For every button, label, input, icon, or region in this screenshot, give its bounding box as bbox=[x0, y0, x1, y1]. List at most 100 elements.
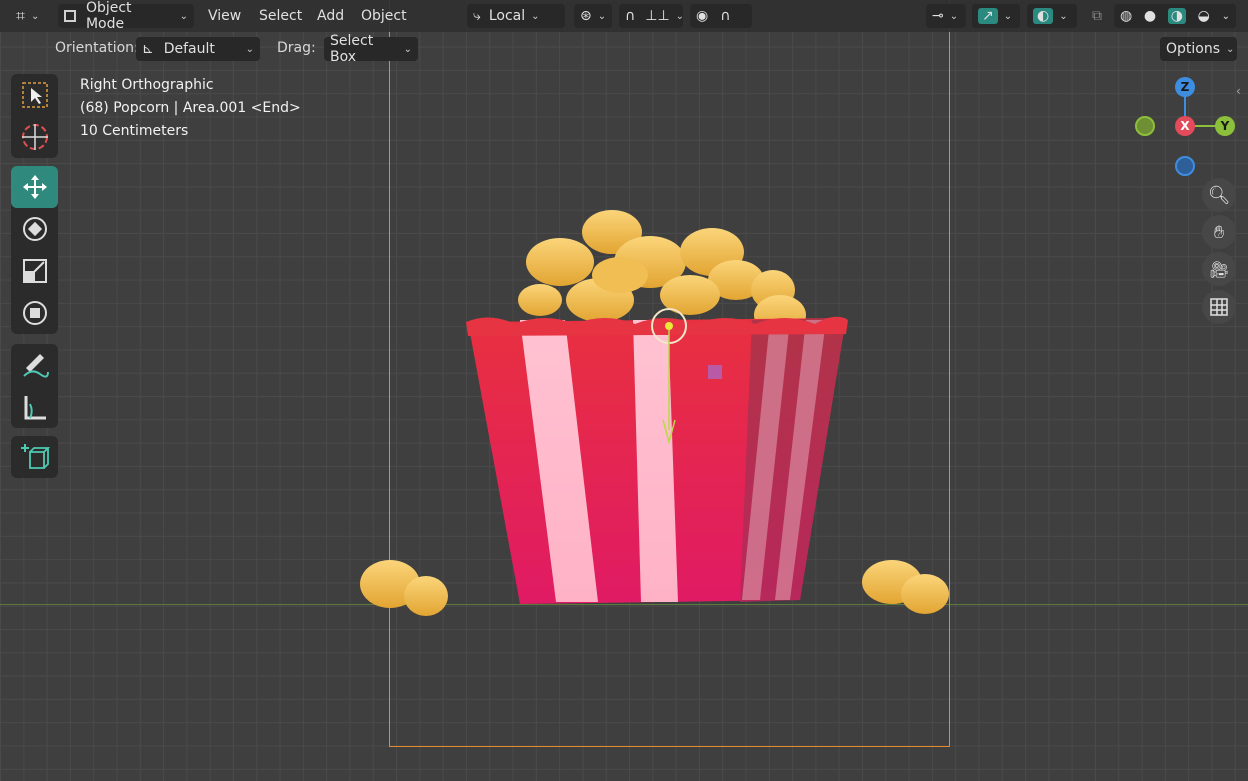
chevron-down-icon: ⌄ bbox=[1003, 10, 1013, 22]
camera-icon: 🎥︎ bbox=[1208, 259, 1230, 279]
mode-selector[interactable]: Object Mode ⌄ bbox=[58, 0, 194, 32]
grid-icon bbox=[1210, 298, 1228, 316]
view-object-types-icon: ⊸ bbox=[932, 8, 944, 24]
menu-select[interactable]: Select bbox=[259, 4, 302, 28]
zoom-magnifier-icon: 🔍︎ bbox=[1207, 184, 1231, 206]
scale-tool[interactable] bbox=[11, 250, 58, 292]
chevron-down-icon: ⌄ bbox=[403, 43, 412, 55]
scale-icon bbox=[22, 259, 47, 283]
gizmo-icon: ↗ bbox=[978, 8, 998, 24]
grid-scale: 10 Centimeters bbox=[80, 123, 189, 139]
orientation-icon: ⤷ bbox=[473, 8, 481, 24]
select-box-tool[interactable] bbox=[11, 74, 58, 116]
chevron-down-icon: ⌄ bbox=[245, 43, 254, 55]
popcorn-kernels bbox=[518, 210, 806, 335]
cursor-tool[interactable] bbox=[11, 116, 58, 158]
view-name: Right Orthographic bbox=[80, 77, 214, 93]
options-dropdown[interactable]: Options ⌄ bbox=[1160, 37, 1237, 61]
overlays-icon: ◐ bbox=[1033, 8, 1054, 24]
wireframe-shading-icon[interactable]: ◍ bbox=[1120, 8, 1132, 24]
object-info: (68) Popcorn | Area.001 <End> bbox=[80, 100, 301, 116]
gizmo-neg-y-axis[interactable] bbox=[1135, 116, 1155, 136]
menu-add[interactable]: Add bbox=[317, 4, 344, 28]
chevron-down-icon: ⌄ bbox=[675, 10, 685, 22]
navigation-gizmo[interactable]: Z Y X bbox=[1130, 74, 1240, 178]
gizmo-y-axis[interactable]: Y bbox=[1215, 116, 1235, 136]
pan-button[interactable]: ✋︎ bbox=[1202, 215, 1236, 249]
add-cube-tool[interactable] bbox=[11, 436, 58, 478]
material-preview-shading-icon[interactable]: ◑ bbox=[1167, 8, 1186, 24]
annotate-pencil-icon bbox=[22, 354, 49, 378]
cursor-icon bbox=[21, 124, 48, 150]
mode-label: Object Mode bbox=[85, 0, 132, 32]
chevron-down-icon: ⌄ bbox=[1221, 10, 1230, 22]
toolbar-select-group bbox=[11, 74, 58, 158]
chevron-down-icon: ⌄ bbox=[1226, 43, 1235, 55]
show-gizmo-toggle[interactable]: ↗ ⌄ bbox=[972, 4, 1020, 28]
menu-object[interactable]: Object bbox=[361, 4, 407, 28]
hand-icon: ✋︎ bbox=[1213, 221, 1225, 243]
object-mode-icon bbox=[64, 10, 76, 22]
annotate-tool[interactable] bbox=[11, 344, 58, 386]
select-box-icon bbox=[21, 82, 48, 108]
falloff-curve-icon: ∩ bbox=[720, 8, 731, 24]
popcorn-scene[interactable] bbox=[0, 0, 1248, 781]
transform-orientation-label: Local bbox=[488, 8, 526, 24]
drag-label: Drag: bbox=[277, 40, 316, 56]
tool-settings-bar: Orientation: ⊾ Default ⌄ Drag: Select Bo… bbox=[0, 33, 1248, 65]
chevron-down-icon: ⌄ bbox=[1059, 10, 1068, 22]
show-overlays-toggle[interactable]: ◐ ⌄ bbox=[1027, 4, 1077, 28]
chevron-down-icon: ⌄ bbox=[31, 10, 40, 22]
perspective-toggle-button[interactable] bbox=[1202, 290, 1236, 324]
pivot-icon: ⊛ bbox=[580, 8, 592, 24]
move-tool[interactable] bbox=[11, 166, 58, 208]
toolbar-annotate-group bbox=[11, 344, 58, 428]
move-icon bbox=[22, 175, 47, 199]
gizmo-visibility-toggle[interactable]: ⊸ ⌄ bbox=[926, 4, 966, 28]
transform-orientation-selector[interactable]: ⤷ Local ⌄ bbox=[467, 4, 565, 28]
snap-increment-icon: ⊥⊥ bbox=[645, 8, 670, 24]
measure-tool[interactable] bbox=[11, 386, 58, 428]
gizmo-neg-z-axis[interactable] bbox=[1175, 156, 1195, 176]
chevron-down-icon: ⌄ bbox=[179, 10, 188, 22]
snap-magnet-icon: ∩ bbox=[625, 8, 636, 24]
menu-view[interactable]: View bbox=[208, 4, 241, 28]
rendered-shading-icon[interactable]: ◒ bbox=[1198, 8, 1210, 24]
toolbar-transform-group bbox=[11, 166, 58, 334]
editor-type-icon: ⌗ bbox=[16, 6, 26, 25]
drag-dropdown[interactable]: Select Box ⌄ bbox=[324, 33, 418, 65]
proportional-edit-icon: ◉ bbox=[696, 8, 709, 24]
orientation-dropdown[interactable]: ⊾ Default ⌄ bbox=[136, 37, 260, 61]
xray-icon: ⧉ bbox=[1092, 8, 1102, 24]
popcorn-bucket bbox=[466, 316, 848, 604]
camera-view-button[interactable]: 🎥︎ bbox=[1202, 252, 1236, 286]
gizmo-x-axis[interactable]: X bbox=[1175, 116, 1195, 136]
viewport-header: ⌗ ⌄ Object Mode ⌄ View Select Add Object … bbox=[0, 0, 1248, 32]
zoom-button[interactable]: 🔍︎ bbox=[1202, 178, 1236, 212]
options-label: Options bbox=[1166, 41, 1221, 57]
side-kernel-right bbox=[862, 560, 949, 614]
rotate-tool[interactable] bbox=[11, 208, 58, 250]
orientation-axes-icon: ⊾ bbox=[142, 41, 154, 57]
side-kernel-left bbox=[360, 560, 448, 616]
add-cube-icon bbox=[20, 444, 50, 469]
shading-mode-selector[interactable]: ◍ ● ◑ ◒ ⌄ bbox=[1114, 4, 1236, 28]
chevron-down-icon: ⌄ bbox=[949, 10, 959, 22]
chevron-down-icon: ⌄ bbox=[597, 10, 607, 22]
orientation-label: Orientation: bbox=[55, 40, 139, 56]
solid-shading-icon[interactable]: ● bbox=[1144, 8, 1156, 24]
snapping-controls[interactable]: ∩ ⊥⊥ ⌄ bbox=[619, 4, 685, 28]
3d-viewport[interactable] bbox=[0, 0, 1248, 781]
gizmo-z-axis[interactable]: Z bbox=[1175, 77, 1195, 97]
orientation-value: Default bbox=[163, 41, 215, 57]
editor-type-button[interactable]: ⌗ ⌄ bbox=[10, 4, 50, 28]
pivot-point-selector[interactable]: ⊛ ⌄ bbox=[574, 4, 612, 28]
transform-icon bbox=[22, 301, 47, 325]
xray-toggle[interactable]: ⧉ bbox=[1086, 4, 1110, 28]
sidebar-toggle-arrow[interactable]: ‹ bbox=[1236, 84, 1241, 98]
chevron-down-icon: ⌄ bbox=[531, 10, 540, 22]
measure-ruler-icon bbox=[24, 396, 46, 420]
proportional-editing-controls[interactable]: ◉ ∩ bbox=[690, 4, 752, 28]
transform-tool[interactable] bbox=[11, 292, 58, 334]
toolbar-add-group bbox=[11, 436, 58, 478]
